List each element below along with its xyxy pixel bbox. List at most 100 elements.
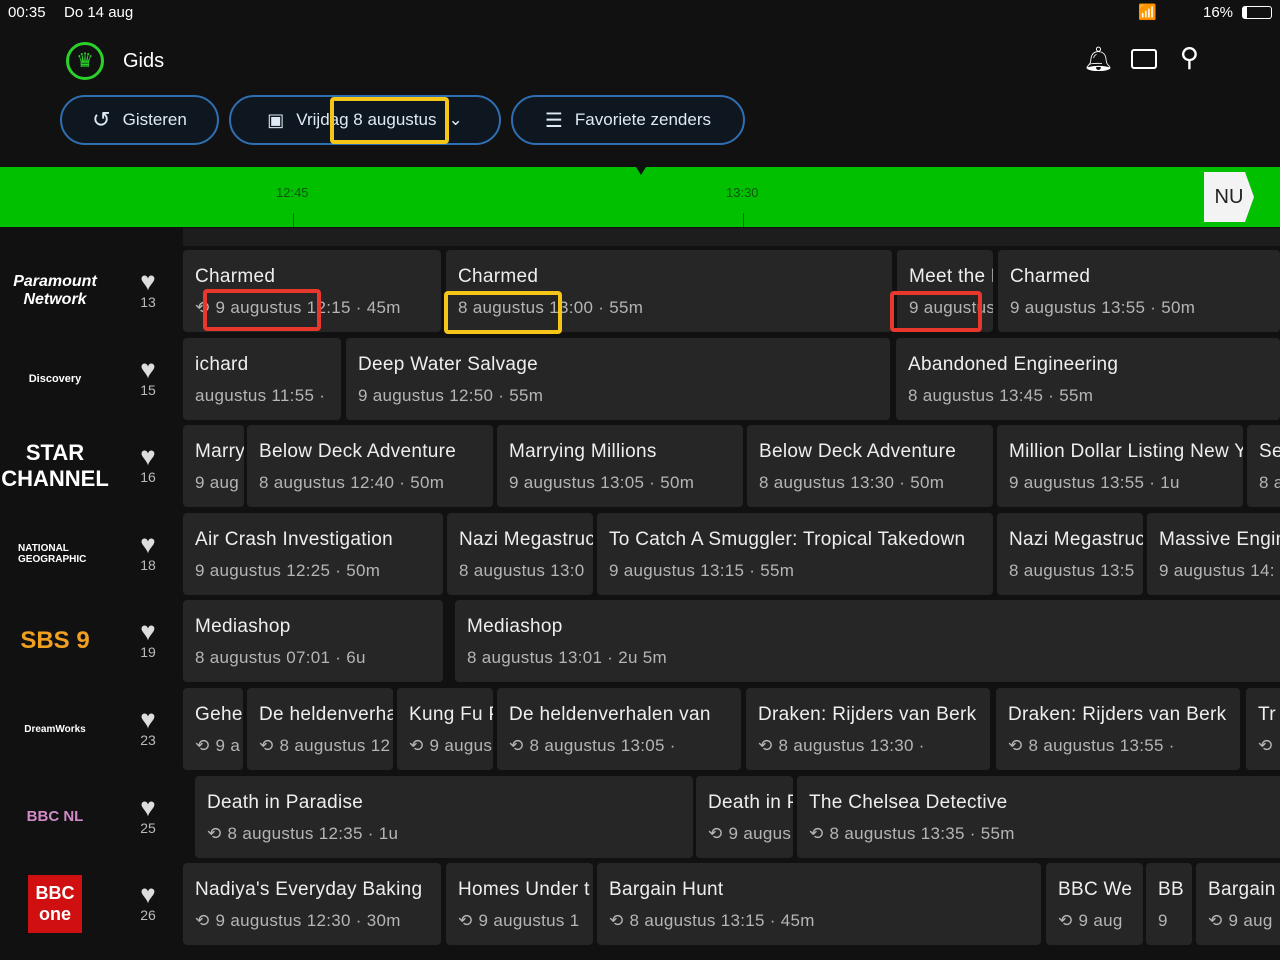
- heart-icon: ♥: [140, 704, 156, 734]
- channel-number: 13: [140, 294, 156, 310]
- bell-icon[interactable]: 🔔︎: [1083, 45, 1113, 74]
- program-cell[interactable]: Air Crash Investigation 9 augustus 12:25 …: [183, 512, 443, 595]
- favorite-toggle[interactable]: ♥ 13: [130, 268, 166, 310]
- replay-icon: ⟲: [609, 911, 624, 931]
- favorites-label: Favoriete zenders: [574, 110, 711, 129]
- program-cell[interactable]: Marry 9 aug: [183, 425, 244, 508]
- program-cell[interactable]: BBC We ⟲ 9 aug: [1046, 863, 1143, 946]
- program-title: BB: [1158, 879, 1184, 901]
- program-cell[interactable]: Deep Water Salvage 9 augustus 12:50 · 55m: [346, 337, 890, 420]
- program-meta: 9 augustus 1: [478, 911, 580, 931]
- program-cell[interactable]: Se 8 a: [1247, 425, 1280, 508]
- program-cell[interactable]: Mediashop 8 augustus 07:01 · 6u: [183, 600, 443, 683]
- channel-number: 23: [140, 732, 156, 748]
- program-cell[interactable]: Mediashop 8 augustus 13:01 · 2u 5m: [455, 600, 1280, 683]
- channel-logo-text: SBS 9: [20, 627, 90, 655]
- search-icon[interactable]: ⚲: [1180, 42, 1199, 73]
- heart-icon: ♥: [140, 441, 156, 472]
- program-meta: 9 aug: [1078, 911, 1123, 931]
- program-cell[interactable]: Homes Under t ⟲ 9 augustus 1: [446, 863, 593, 946]
- program-cell[interactable]: Nazi Megastruc 8 augustus 13:5: [997, 512, 1143, 595]
- program-meta: 8 augustus 12: [279, 736, 391, 755]
- program-cell[interactable]: Death in P ⟲ 9 augus: [696, 775, 793, 858]
- program-meta: 9 augustus 13:15 · 55m: [609, 560, 795, 580]
- channel-number: 16: [140, 469, 156, 486]
- program-title: Se: [1259, 441, 1280, 463]
- channel-logo-text: STAR CHANNEL: [1, 440, 109, 492]
- cast-icon[interactable]: [1131, 49, 1157, 69]
- program-cell[interactable]: Charmed 8 augustus 13:00 · 55m: [446, 250, 892, 332]
- program-cell[interactable]: Draken: Rijders van Berk ⟲ 8 augustus 13:3…: [746, 688, 990, 770]
- program-cell[interactable]: Abandoned Engineering 8 augustus 13:45 · …: [896, 337, 1280, 420]
- program-cell[interactable]: Bargain Hunt ⟲ 8 augustus 13:15 · 45m: [597, 863, 1041, 946]
- replay-icon: ⟲: [758, 736, 773, 755]
- channel-number: 18: [140, 556, 156, 573]
- heart-icon: ♥: [140, 266, 156, 296]
- program-cell[interactable]: Meet the Press 9 augustus: [897, 250, 993, 332]
- program-cell[interactable]: BB 9: [1146, 863, 1192, 946]
- program-title: To Catch A Smuggler: Tropical Takedown: [609, 528, 966, 550]
- replay-icon: ⟲: [509, 736, 524, 755]
- tick-mark: [293, 213, 294, 227]
- program-title: Gehei: [195, 704, 243, 725]
- program-title: Million Dollar Listing New Y: [1009, 441, 1243, 463]
- channel-logo-text: BBC one: [28, 875, 82, 934]
- program-cell[interactable]: Bargain ⟲ 9 aug: [1196, 863, 1280, 946]
- favorite-toggle[interactable]: ♥ 25: [130, 794, 166, 836]
- program-meta: augustus 11:55 ·: [195, 385, 326, 405]
- program-meta: 8 augustus 13:45 · 55m: [908, 385, 1094, 405]
- favorite-toggle[interactable]: ♥ 15: [130, 356, 166, 398]
- program-title: Kung Fu P: [409, 704, 493, 725]
- replay-icon: ⟲: [1008, 736, 1023, 755]
- program-title: Meet the Press: [909, 266, 993, 287]
- program-title: Air Crash Investigation: [195, 528, 394, 550]
- program-title: BBC We: [1058, 879, 1133, 901]
- program-cell[interactable]: Tr ⟲: [1246, 688, 1280, 770]
- heart-icon: ♥: [140, 879, 156, 910]
- program-cell[interactable]: De heldenverhalen ⟲ 8 augustus 12: [247, 688, 393, 770]
- favorite-toggle[interactable]: ♥ 23: [130, 706, 166, 748]
- program-cell[interactable]: ichard augustus 11:55 ·: [183, 337, 341, 420]
- program-meta: 8 augustus 13:05 ·: [529, 736, 676, 755]
- program-cell[interactable]: Draken: Rijders van Berk ⟲ 8 augustus 13:5…: [996, 688, 1240, 770]
- now-button[interactable]: NU: [1204, 172, 1254, 222]
- program-cell[interactable]: Marrying Millions 9 augustus 13:05 · 50m: [497, 425, 743, 508]
- program-cell[interactable]: Million Dollar Listing New Y 9 augustus 1…: [997, 425, 1243, 508]
- program-cell[interactable]: De heldenverhalen van ⟲ 8 augustus 13:05 ·: [497, 688, 741, 770]
- program-cell[interactable]: To Catch A Smuggler: Tropical Takedown 9 …: [597, 512, 993, 595]
- program-meta: 8 augustus 13:30 · 50m: [759, 473, 945, 493]
- program-cell[interactable]: Death in Paradise ⟲ 8 augustus 12:35 · 1u: [195, 775, 693, 858]
- program-title: Massive Engin: [1159, 528, 1280, 550]
- program-title: Nazi Megastructures: [459, 528, 593, 550]
- favorite-toggle[interactable]: ♥ 16: [130, 443, 166, 485]
- favorite-toggle[interactable]: ♥ 26: [130, 881, 166, 923]
- program-cell[interactable]: Nadiya's Everyday Baking ⟲ 9 augustus 12:3…: [183, 863, 441, 946]
- date-value: 8 augustus: [353, 110, 437, 129]
- program-cell[interactable]: Kung Fu P ⟲ 9 augus: [397, 688, 493, 770]
- program-cell[interactable]: Nazi Megastructures 8 augustus 13:0: [447, 512, 593, 595]
- program-meta: 9 augustus 12:25 · 50m: [195, 560, 381, 580]
- channel-number: 25: [140, 819, 156, 836]
- replay-icon: ⟲: [1258, 736, 1273, 755]
- yesterday-button[interactable]: ↺ Gisteren: [60, 95, 219, 145]
- chevron-down-icon: ⌄: [448, 110, 463, 129]
- program-cell[interactable]: Massive Engin 9 augustus 14:: [1147, 512, 1280, 595]
- replay-icon: ⟲: [1208, 911, 1223, 931]
- program-cell[interactable]: Below Deck Adventure 8 augustus 13:30 · 5…: [747, 425, 993, 508]
- program-cell[interactable]: Charmed ⟲ 9 augustus 12:15 · 45m: [183, 250, 441, 332]
- program-title: Deep Water Salvage: [358, 353, 539, 375]
- program-cell[interactable]: Charmed 9 augustus 13:55 · 50m: [998, 250, 1280, 332]
- filter-icon: ☰: [544, 109, 563, 132]
- program-cell[interactable]: The Chelsea Detective ⟲ 8 augustus 13:35 ·…: [797, 775, 1280, 858]
- program-title: Abandoned Engineering: [908, 353, 1119, 375]
- program-cell[interactable]: Gehei ⟲ 9 a: [183, 688, 243, 770]
- favorite-toggle[interactable]: ♥ 19: [130, 618, 166, 660]
- program-meta: 8 augustus 13:55 ·: [1028, 736, 1175, 755]
- program-meta: 8 augustus 13:15 · 45m: [629, 911, 815, 931]
- program-cell[interactable]: Below Deck Adventure 8 augustus 12:40 · 5…: [247, 425, 493, 508]
- program-title: De heldenverhalen van: [509, 704, 711, 725]
- date-select[interactable]: ▣ Vrijdag 8 augustus ⌄: [229, 95, 501, 145]
- program-title: Bargain: [1208, 879, 1276, 901]
- favorite-toggle[interactable]: ♥ 18: [130, 531, 166, 573]
- favorite-channels-button[interactable]: ☰ Favoriete zenders: [511, 95, 745, 145]
